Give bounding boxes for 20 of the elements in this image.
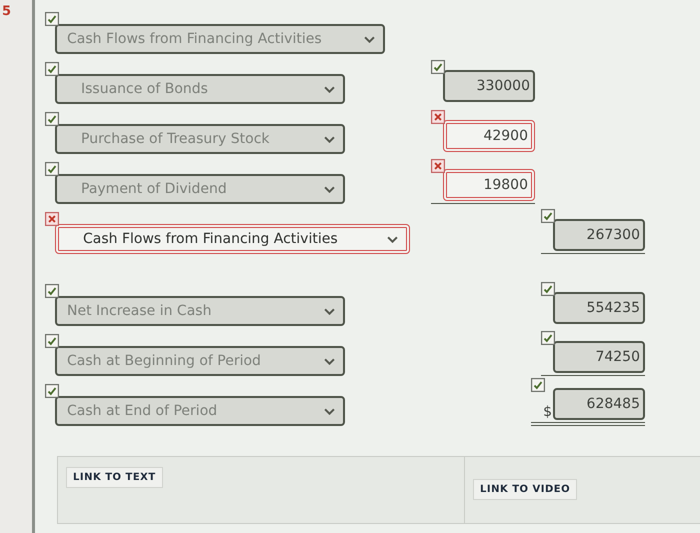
- section-number: 5: [1, 4, 12, 19]
- amount-field[interactable]: 42900: [443, 120, 535, 152]
- chevron-icon: [324, 186, 335, 192]
- amount-field[interactable]: 628485: [553, 388, 645, 420]
- amount-field[interactable]: 19800: [443, 169, 535, 201]
- chevron-icon: [324, 308, 335, 314]
- amount-field[interactable]: 330000: [443, 70, 535, 102]
- link-button[interactable]: LINK TO VIDEO: [473, 479, 578, 500]
- amount-field[interactable]: 554235: [553, 292, 645, 324]
- chevron-icon: [324, 136, 335, 142]
- amount-field[interactable]: 267300: [553, 219, 645, 251]
- amount-field[interactable]: 74250: [553, 341, 645, 373]
- link-button[interactable]: LINK TO TEXT: [66, 467, 163, 488]
- chevron-icon: [324, 408, 335, 414]
- account-dropdown[interactable]: Cash Flows from Financing Activities: [55, 224, 410, 254]
- chevron-icon: [387, 236, 398, 242]
- chevron-icon: [324, 86, 335, 92]
- chevron-icon: [324, 358, 335, 364]
- currency-symbol: $: [543, 404, 552, 420]
- chevron-icon: [364, 36, 375, 42]
